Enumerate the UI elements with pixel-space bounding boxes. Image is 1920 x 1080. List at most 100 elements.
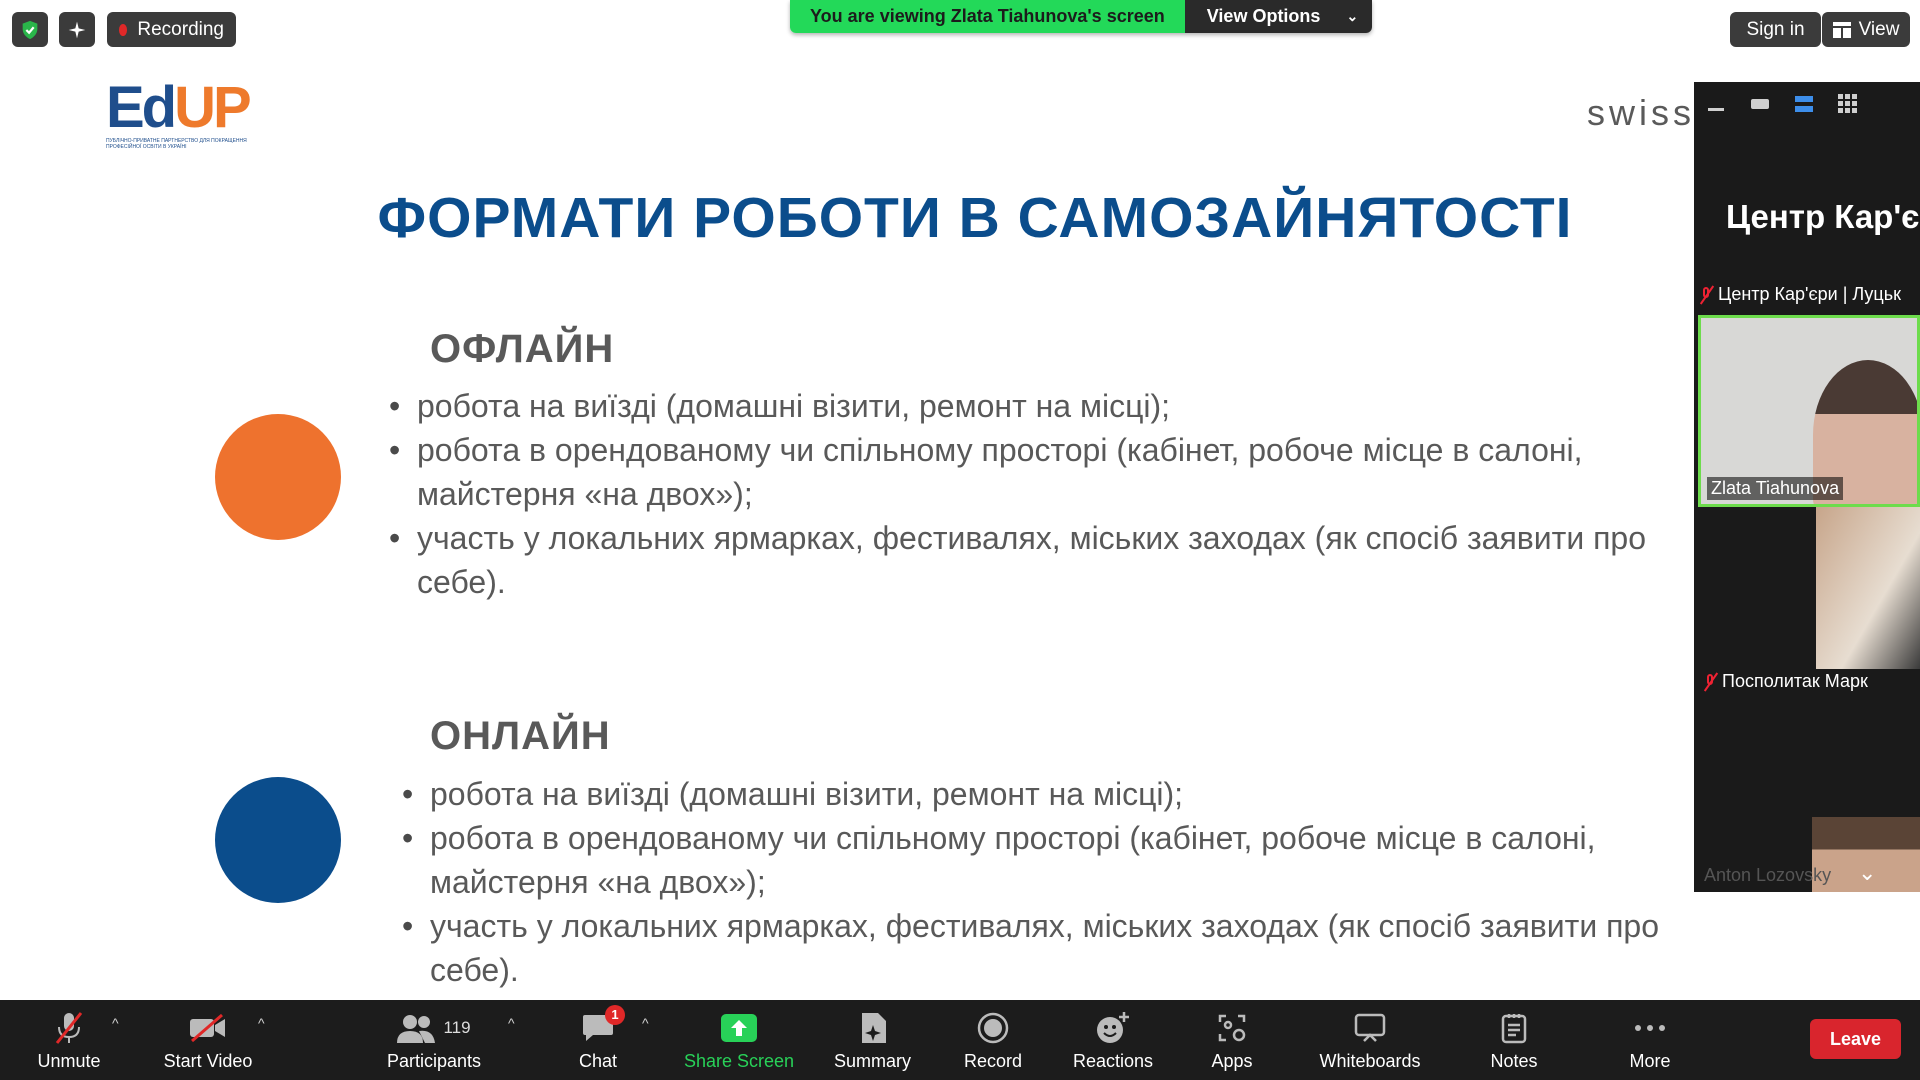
view-button[interactable]: View — [1822, 12, 1910, 47]
notes-button[interactable]: Notes — [1484, 1000, 1544, 1080]
record-dot-icon — [119, 23, 128, 36]
more-dots-icon — [1635, 1024, 1665, 1031]
edup-logo-tagline: ПУБЛІЧНО-ПРИВАТНЕ ПАРТНЕРСТВО ДЛЯ ПОКРАЩ… — [106, 138, 247, 150]
video-gallery: Центр Кар'є Центр Кар'єри | Луцьк Zlata … — [1694, 82, 1920, 892]
notes-label: Notes — [1490, 1050, 1538, 1071]
mic-off-icon — [1700, 286, 1712, 304]
unmute-button[interactable]: Unmute — [28, 1000, 110, 1080]
offline-heading: ОФЛАЙН — [430, 327, 615, 371]
participant-name: Zlata Tiahunova — [1711, 478, 1840, 498]
mic-off-icon — [1704, 673, 1716, 691]
unmute-label: Unmute — [37, 1050, 101, 1071]
grid-icon — [1838, 94, 1857, 113]
list-item: робота на виїзді (домашні візити, ремонт… — [402, 772, 1702, 816]
whiteboards-label: Whiteboards — [1319, 1050, 1421, 1071]
start-video-label: Start Video — [163, 1050, 253, 1071]
speaker-view-button[interactable] — [1782, 82, 1826, 126]
chat-caret-icon[interactable]: ^ — [642, 1015, 649, 1031]
view-options-button[interactable]: View Options ⌄ — [1184, 0, 1373, 33]
online-list: робота на виїзді (домашні візити, ремонт… — [402, 772, 1702, 992]
summary-label: Summary — [833, 1050, 911, 1071]
share-screen-button[interactable]: Share Screen — [682, 1000, 796, 1080]
tile-display-name: Центр Кар'є — [1726, 198, 1920, 235]
sparkle-icon — [68, 21, 86, 38]
banner-text: You are viewing Zlata Tiahunova's screen — [790, 0, 1185, 33]
edup-logo-text: EdUP — [106, 75, 252, 140]
sign-in-button[interactable]: Sign in — [1730, 12, 1821, 47]
list-item: робота на виїзді (домашні візити, ремонт… — [389, 384, 1709, 428]
security-button[interactable] — [12, 12, 48, 47]
hide-video-icon — [1751, 99, 1769, 109]
participant-video — [1816, 507, 1920, 669]
tile-label: Anton Lozovsky — [1704, 865, 1831, 886]
meeting-toolbar: Unmute ^ Start Video ^ 119 Participants … — [0, 1000, 1920, 1080]
grid-view-icon — [1832, 21, 1851, 38]
speaker-view-icon — [1795, 96, 1813, 112]
recording-indicator[interactable]: Recording — [107, 12, 236, 47]
scroll-down-chevron-icon[interactable]: ⌄ — [1858, 860, 1876, 886]
list-item: участь у локальних ярмарках, фестивалях,… — [402, 904, 1702, 992]
leave-button[interactable]: Leave — [1810, 1019, 1901, 1059]
list-item: робота в орендованому чи спільному прост… — [389, 428, 1709, 516]
screen-share-banner: You are viewing Zlata Tiahunova's screen… — [790, 0, 1373, 33]
participants-icon — [397, 1014, 436, 1043]
minimize-button[interactable] — [1694, 82, 1738, 126]
apps-label: Apps — [1211, 1050, 1253, 1071]
ai-companion-button[interactable] — [59, 12, 95, 47]
video-off-icon — [190, 1013, 225, 1042]
gallery-controls — [1694, 82, 1920, 126]
record-icon — [977, 1012, 1009, 1043]
online-heading: ОНЛАЙН — [430, 714, 611, 758]
list-item: робота в орендованому чи спільному прост… — [402, 816, 1702, 904]
tile-label: Посполитак Марк — [1704, 671, 1868, 692]
smiley-plus-icon — [1097, 1011, 1129, 1043]
chat-unread-badge: 1 — [605, 1004, 625, 1025]
apps-icon — [1218, 1014, 1246, 1041]
more-button[interactable]: More — [1624, 1000, 1676, 1080]
recording-label: Recording — [137, 18, 224, 40]
notes-icon — [1501, 1013, 1527, 1043]
whiteboards-button[interactable]: Whiteboards — [1310, 1000, 1430, 1080]
participants-label: Participants — [386, 1050, 482, 1071]
hide-video-button[interactable] — [1738, 82, 1782, 126]
apps-button[interactable]: Apps — [1208, 1000, 1256, 1080]
tile-label: Центр Кар'єри | Луцьк — [1700, 284, 1901, 305]
chevron-down-icon: ⌄ — [1346, 8, 1359, 24]
video-options-caret-icon[interactable]: ^ — [258, 1015, 265, 1031]
share-screen-icon — [721, 1013, 757, 1042]
participant-name: Посполитак Марк — [1722, 671, 1868, 691]
gallery-view-button[interactable] — [1826, 82, 1870, 126]
start-video-button[interactable]: Start Video — [155, 1000, 261, 1080]
chat-label: Chat — [578, 1050, 618, 1071]
minimize-icon — [1708, 107, 1724, 111]
view-label: View — [1858, 18, 1900, 40]
share-screen-label: Share Screen — [683, 1050, 795, 1071]
record-label: Record — [963, 1050, 1023, 1071]
audio-options-caret-icon[interactable]: ^ — [112, 1015, 119, 1031]
reactions-label: Reactions — [1072, 1050, 1154, 1071]
more-label: More — [1629, 1050, 1671, 1071]
offline-list: робота на виїзді (домашні візити, ремонт… — [389, 384, 1709, 604]
reactions-button[interactable]: Reactions — [1069, 1000, 1157, 1080]
slide-title: ФОРМАТИ РОБОТИ В САМОЗАЙНЯТОСТІ — [377, 186, 1573, 250]
chat-button[interactable]: 1 Chat — [570, 1000, 626, 1080]
participants-caret-icon[interactable]: ^ — [508, 1015, 515, 1031]
edup-logo: EdUP ПУБЛІЧНО-ПРИВАТНЕ ПАРТНЕРСТВО ДЛЯ П… — [106, 75, 266, 151]
summary-document-icon — [861, 1012, 886, 1043]
sign-in-label: Sign in — [1746, 18, 1805, 40]
record-button[interactable]: Record — [962, 1000, 1024, 1080]
participant-name: Центр Кар'єри | Луцьк — [1718, 284, 1901, 304]
video-tile-active-speaker[interactable]: Zlata Tiahunova — [1698, 315, 1920, 507]
video-tile[interactable]: Посполитак Марк — [1698, 507, 1920, 697]
orange-circle — [215, 414, 341, 540]
whiteboard-icon — [1354, 1013, 1386, 1042]
summary-button[interactable]: Summary — [830, 1000, 915, 1080]
participants-button[interactable]: 119 Participants — [380, 1000, 488, 1080]
tile-label: Zlata Tiahunova — [1707, 477, 1844, 500]
list-item: участь у локальних ярмарках, фестивалях,… — [389, 516, 1709, 604]
participants-count: 119 — [443, 1017, 471, 1037]
blue-circle — [215, 777, 341, 903]
shield-icon — [22, 20, 38, 39]
video-tile[interactable]: Anton Lozovsky — [1698, 697, 1920, 892]
participant-name: Anton Lozovsky — [1704, 865, 1832, 885]
